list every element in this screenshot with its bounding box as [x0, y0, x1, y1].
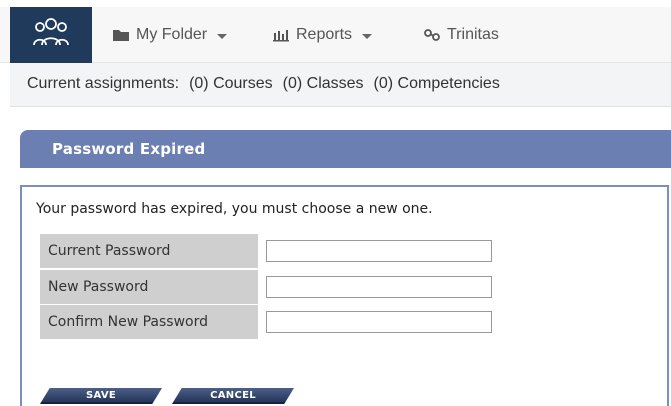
- save-button[interactable]: SAVE: [40, 388, 162, 404]
- new-password-row: New Password: [40, 270, 500, 304]
- assignments-classes[interactable]: (0) Classes: [283, 75, 364, 93]
- confirm-new-password-input[interactable]: [266, 311, 492, 333]
- nav-trinitas[interactable]: Trinitas: [423, 23, 499, 47]
- group-icon: [29, 15, 73, 56]
- nav-my-folder[interactable]: My Folder: [112, 23, 228, 47]
- assignments-bar: Current assignments: (0) Courses (0) Cla…: [10, 63, 671, 107]
- current-password-row: Current Password: [40, 234, 500, 268]
- page: My Folder Reports Trinitas Current assig…: [0, 0, 671, 406]
- link-icon: [423, 28, 441, 42]
- current-password-input[interactable]: [266, 240, 492, 262]
- assignments-courses[interactable]: (0) Courses: [189, 75, 273, 93]
- confirm-new-password-label: Confirm New Password: [40, 305, 258, 339]
- password-expired-message: Your password has expired, you must choo…: [36, 201, 433, 217]
- new-password-label: New Password: [40, 270, 258, 304]
- assignments-competencies[interactable]: (0) Competencies: [374, 75, 500, 93]
- assignments-label: Current assignments:: [27, 75, 180, 92]
- assignments-summary: Current assignments: (0) Courses (0) Cla…: [27, 75, 500, 93]
- cancel-button[interactable]: CANCEL: [172, 388, 294, 404]
- new-password-input[interactable]: [266, 276, 492, 298]
- current-password-label: Current Password: [40, 234, 258, 268]
- password-panel-header: Password Expired: [20, 130, 671, 168]
- chevron-down-icon: [217, 33, 228, 39]
- confirm-password-row: Confirm New Password: [40, 305, 500, 339]
- nav-reports[interactable]: Reports: [272, 23, 373, 47]
- folder-icon: [112, 28, 130, 42]
- password-panel-title: Password Expired: [52, 140, 206, 158]
- chevron-down-icon: [362, 33, 373, 39]
- top-navigation-bar: My Folder Reports Trinitas: [0, 7, 671, 63]
- app-logo[interactable]: [10, 7, 92, 63]
- nav-reports-label: Reports: [296, 26, 353, 43]
- password-form-panel: Your password has expired, you must choo…: [20, 185, 669, 406]
- nav-trinitas-label: Trinitas: [447, 26, 499, 43]
- nav-my-folder-label: My Folder: [136, 26, 208, 43]
- bar-chart-icon: [272, 28, 290, 42]
